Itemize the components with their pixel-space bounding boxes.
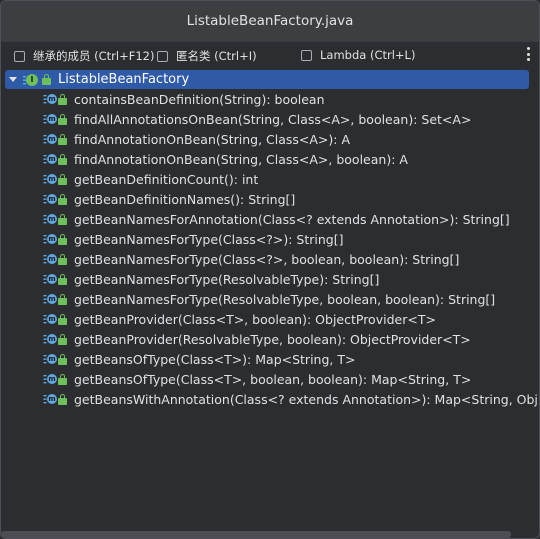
inherited-members-checkbox[interactable]: 继承的成员 (Ctrl+F12) (14, 48, 154, 64)
chevron-down-icon[interactable] (9, 77, 17, 82)
tree-method-item[interactable]: m getBeansWithAnnotation(Class<? extends … (43, 389, 538, 409)
method-label: getBeanNamesForAnnotation(Class<? extend… (74, 211, 510, 227)
method-label: getBeanNamesForType(ResolvableType, bool… (74, 291, 496, 307)
method-icon: m (43, 293, 57, 306)
public-lock-icon (58, 133, 68, 145)
public-lock-icon (58, 113, 68, 125)
public-lock-icon (58, 353, 68, 365)
method-label: getBeanProvider(Class<T>, boolean): Obje… (74, 311, 436, 327)
tree-method-item[interactable]: m getBeanDefinitionCount(): int (43, 169, 258, 189)
method-label: getBeansWithAnnotation(Class<? extends A… (74, 391, 538, 407)
method-label: getBeanDefinitionNames(): String[] (74, 191, 296, 207)
public-lock-icon (58, 193, 68, 205)
method-label: getBeanProvider(ResolvableType, boolean)… (74, 331, 471, 347)
method-icon: m (43, 233, 57, 246)
root-label: ListableBeanFactory (58, 72, 190, 87)
method-label: getBeansOfType(Class<T>, boolean, boolea… (74, 371, 472, 387)
method-icon: m (43, 173, 57, 186)
method-label: containsBeanDefinition(String): boolean (74, 91, 325, 107)
method-icon: m (43, 253, 57, 266)
public-lock-icon (42, 74, 52, 85)
tree-method-item[interactable]: m getBeanProvider(Class<T>, boolean): Obj… (43, 309, 436, 329)
tree-method-item[interactable]: m getBeanNamesForType(Class<?>): String[] (43, 229, 343, 249)
method-label: findAllAnnotationsOnBean(String, Class<A… (74, 111, 472, 127)
method-icon: m (43, 193, 57, 206)
anonymous-classes-checkbox[interactable]: 匿名类 (Ctrl+I) (157, 48, 257, 64)
public-lock-icon (58, 333, 68, 345)
method-label: getBeanNamesForType(ResolvableType): Str… (74, 271, 380, 287)
checkbox-box[interactable] (14, 50, 25, 62)
popup-title: ListableBeanFactory.java (1, 1, 539, 42)
method-icon: m (43, 133, 57, 146)
tree-method-item[interactable]: m getBeansOfType(Class<T>): Map<String, T… (43, 349, 355, 369)
method-icon: m (43, 353, 57, 366)
checkbox-box[interactable] (157, 50, 168, 62)
public-lock-icon (58, 393, 68, 405)
tree-method-item[interactable]: m getBeanNamesForType(ResolvableType, boo… (43, 289, 495, 309)
tree-method-item[interactable]: m getBeanProvider(ResolvableType, boolean… (43, 329, 471, 349)
method-icon: m (43, 93, 57, 106)
tree-method-item[interactable]: m getBeanNamesForType(ResolvableType): St… (43, 269, 379, 289)
tree-method-item[interactable]: m containsBeanDefinition(String): boolean (43, 89, 325, 109)
method-label: findAnnotationOnBean(String, Class<A>, b… (74, 151, 408, 167)
tree-root-interface[interactable]: I ListableBeanFactory (5, 70, 529, 89)
public-lock-icon (58, 93, 68, 105)
tree-method-item[interactable]: m findAnnotationOnBean(String, Class<A>):… (43, 129, 350, 149)
method-icon: m (43, 393, 57, 406)
public-lock-icon (58, 313, 68, 325)
interface-icon: I (23, 73, 39, 86)
structure-tree: I ListableBeanFactory m containsBeanDefin… (1, 68, 539, 528)
method-label: getBeanDefinitionCount(): int (74, 171, 259, 187)
public-lock-icon (58, 153, 68, 165)
tree-method-item[interactable]: m findAllAnnotationsOnBean(String, Class<… (43, 109, 471, 129)
public-lock-icon (58, 233, 68, 245)
lambda-label: Lambda (Ctrl+L) (320, 48, 416, 62)
method-icon: m (43, 373, 57, 386)
method-label: getBeansOfType(Class<T>): Map<String, T> (74, 351, 356, 367)
method-label: getBeanNamesForType(Class<?>): String[] (74, 231, 344, 247)
method-icon: m (43, 113, 57, 126)
tree-method-item[interactable]: m getBeanDefinitionNames(): String[] (43, 189, 295, 209)
anonymous-classes-label: 匿名类 (Ctrl+I) (176, 49, 257, 63)
horizontal-scrollbar[interactable] (1, 531, 511, 538)
method-icon: m (43, 273, 57, 286)
options-bar: 继承的成员 (Ctrl+F12) 匿名类 (Ctrl+I) Lambda (Ct… (1, 42, 539, 68)
method-label: findAnnotationOnBean(String, Class<A>): … (74, 131, 351, 147)
public-lock-icon (58, 373, 68, 385)
tree-method-item[interactable]: m getBeansOfType(Class<T>, boolean, boole… (43, 369, 471, 389)
method-label: getBeanNamesForType(Class<?>, boolean, b… (74, 251, 460, 267)
public-lock-icon (58, 253, 68, 265)
checkbox-box[interactable] (301, 49, 312, 61)
file-structure-popup: ListableBeanFactory.java 继承的成员 (Ctrl+F12… (0, 0, 540, 539)
method-icon: m (43, 153, 57, 166)
public-lock-icon (58, 273, 68, 285)
more-options-icon[interactable] (526, 47, 530, 61)
method-icon: m (43, 313, 57, 326)
public-lock-icon (58, 293, 68, 305)
tree-method-item[interactable]: m getBeanNamesForType(Class<?>, boolean, … (43, 249, 459, 269)
method-icon: m (43, 213, 57, 226)
tree-method-item[interactable]: m findAnnotationOnBean(String, Class<A>, … (43, 149, 408, 169)
tree-method-item[interactable]: m getBeanNamesForAnnotation(Class<? exten… (43, 209, 510, 229)
method-icon: m (43, 333, 57, 346)
inherited-members-label: 继承的成员 (Ctrl+F12) (33, 49, 155, 63)
public-lock-icon (58, 173, 68, 185)
lambda-checkbox[interactable]: Lambda (Ctrl+L) (301, 48, 415, 62)
public-lock-icon (58, 213, 68, 225)
